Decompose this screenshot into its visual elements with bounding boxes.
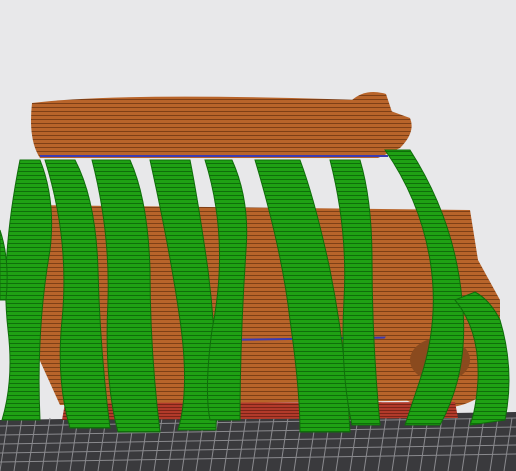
3d-viewport[interactable]	[0, 0, 516, 471]
scene[interactable]	[0, 0, 516, 471]
roof-top-bump	[352, 92, 392, 112]
support-trunk	[0, 229, 8, 301]
support-trunk	[1, 159, 53, 421]
